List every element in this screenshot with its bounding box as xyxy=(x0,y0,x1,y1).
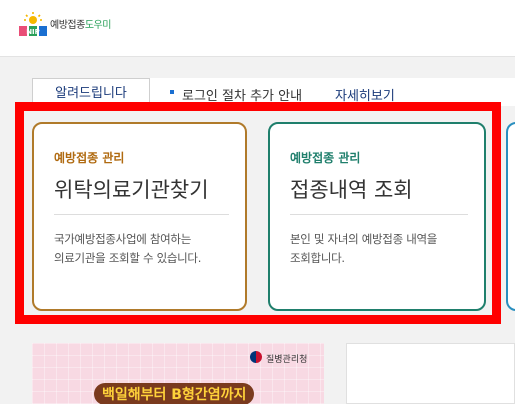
site-header: NIP 예방접종도우미 xyxy=(0,0,515,57)
notice-bullet-icon xyxy=(170,90,174,94)
banner-title: 백일해부터 B형간염까지 xyxy=(94,383,255,404)
logo-text-accent: 도우미 xyxy=(84,20,112,31)
logo-text-main: 예방접종 xyxy=(50,20,85,31)
logo-text[interactable]: 예방접종도우미 xyxy=(50,16,111,31)
promo-banner[interactable]: 질병관리청 백일해부터 B형간염까지 xyxy=(32,343,324,404)
highlight-box xyxy=(15,102,501,324)
next-card-partial[interactable] xyxy=(506,122,515,311)
banner-agency: 질병관리청 xyxy=(266,355,308,365)
logo-badge: NIP xyxy=(26,28,40,36)
nip-logo-icon[interactable]: NIP xyxy=(18,11,48,37)
kdca-emblem-icon xyxy=(250,351,262,363)
side-panel xyxy=(346,343,515,404)
